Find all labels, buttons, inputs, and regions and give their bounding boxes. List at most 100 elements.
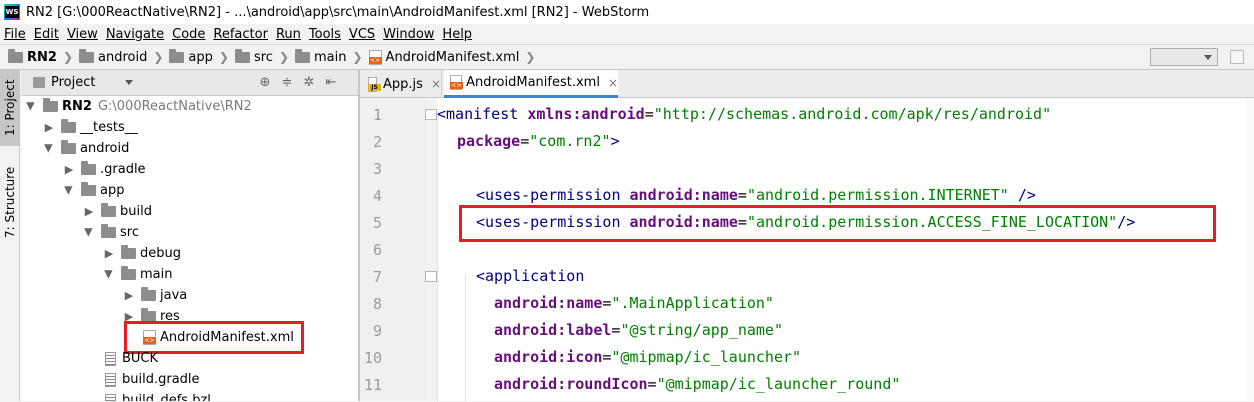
code-line-4: <uses-permission android:name="android.p… — [476, 186, 1036, 204]
breadcrumb-file[interactable]: AndroidManifest.xml❯ — [368, 49, 536, 65]
folder-icon — [61, 140, 76, 154]
indent-guide — [465, 274, 466, 402]
tree-item-build-defs[interactable]: build_defs.bzl — [105, 390, 211, 401]
folder-icon — [101, 203, 116, 217]
menu-edit[interactable]: Edit — [34, 27, 59, 42]
collapse-arrow-icon[interactable]: ▶ — [103, 247, 115, 260]
collapse-arrow-icon[interactable]: ▶ — [83, 205, 95, 218]
folder-icon — [81, 182, 96, 196]
tree-item-build-gradle[interactable]: build.gradle — [105, 369, 200, 390]
code-line-1: <manifest xmlns:android="http://schemas.… — [437, 105, 1052, 123]
menu-code[interactable]: Code — [172, 27, 205, 42]
folder-icon — [101, 224, 116, 238]
project-view-selector[interactable]: Project — [51, 75, 95, 90]
navigation-bar: RN2❯ android❯ app❯ src❯ main❯ AndroidMan… — [0, 44, 1254, 70]
title-bar: RN2 [G:\000ReactNative\RN2] - ...\androi… — [0, 0, 1254, 24]
folder-icon — [169, 48, 185, 63]
expand-arrow-icon[interactable]: ▶ — [43, 143, 56, 155]
breadcrumb-rn2[interactable]: RN2 ❯ — [8, 48, 73, 65]
expand-arrow-icon[interactable]: ▶ — [83, 227, 96, 239]
folder-icon — [121, 266, 136, 280]
expand-arrow-icon[interactable]: ▶ — [25, 101, 38, 113]
close-icon[interactable]: × — [608, 76, 618, 90]
xml-file-icon — [450, 75, 464, 90]
window-title: RN2 [G:\000ReactNative\RN2] - ...\androi… — [26, 4, 650, 20]
tab-android-manifest[interactable]: AndroidManifest.xml × — [444, 70, 618, 98]
gradle-file-icon — [105, 372, 116, 387]
code-line-7: <application — [476, 267, 585, 285]
webstorm-logo-icon — [4, 4, 20, 20]
line-number: 2 — [372, 133, 382, 151]
tree-item-src[interactable]: ▶ src — [83, 222, 139, 243]
fold-toggle-icon[interactable] — [425, 271, 437, 282]
menu-tools[interactable]: Tools — [309, 27, 341, 42]
project-icon — [33, 77, 45, 88]
dropdown-arrow-icon[interactable] — [125, 80, 134, 85]
menu-refactor[interactable]: Refactor — [213, 27, 268, 42]
code-line-8: android:name=".MainApplication" — [494, 294, 774, 312]
left-tool-strip: 1: Project 7: Structure — [0, 70, 20, 401]
hide-panel-icon[interactable]: ⇤ — [324, 76, 338, 90]
gear-icon[interactable]: ✲ — [302, 76, 316, 90]
code-editor[interactable]: <manifest xmlns:android="http://schemas.… — [437, 98, 1254, 402]
tree-item-build[interactable]: ▶ build — [83, 201, 152, 222]
structure-toolwindow-tab[interactable]: 7: Structure — [0, 162, 20, 242]
tree-item-gradle-folder[interactable]: ▶ .gradle — [63, 159, 146, 180]
tree-item-rn2[interactable]: ▶ RN2 G:\000ReactNative\RN2 — [25, 96, 252, 117]
line-number: 9 — [372, 322, 382, 340]
tree-item-debug[interactable]: ▶ debug — [103, 243, 181, 264]
folder-icon — [61, 119, 76, 133]
tree-item-app[interactable]: ▶ app — [63, 180, 124, 201]
line-number: 6 — [372, 241, 382, 259]
menu-vcs[interactable]: VCS — [349, 27, 375, 42]
tab-app-js[interactable]: App.js × — [362, 70, 442, 98]
folder-icon — [79, 48, 94, 63]
collapse-all-icon[interactable]: ≑ — [280, 76, 294, 90]
file-icon — [105, 351, 116, 366]
breadcrumb-android[interactable]: android ❯ — [79, 48, 164, 65]
menu-window[interactable]: Window — [383, 27, 434, 42]
collapse-arrow-icon[interactable]: ▶ — [43, 121, 55, 134]
editor-scrollbar[interactable] — [1246, 98, 1254, 401]
line-number: 8 — [372, 295, 382, 313]
run-configuration-dropdown[interactable] — [1150, 48, 1218, 66]
project-tree: ▶ RN2 G:\000ReactNative\RN2 ▶ __tests__ … — [21, 96, 358, 401]
menu-file[interactable]: File — [4, 27, 26, 42]
menu-run[interactable]: Run — [276, 27, 301, 42]
breadcrumb-src[interactable]: src ❯ — [234, 48, 289, 65]
close-icon[interactable]: × — [431, 77, 441, 91]
tree-item-main[interactable]: ▶ main — [103, 264, 172, 285]
menu-navigate[interactable]: Navigate — [106, 27, 164, 42]
indent-guide — [437, 112, 438, 402]
chevron-right-icon: ❯ — [352, 50, 363, 64]
tree-item-buck[interactable]: BUCK — [105, 348, 158, 369]
breadcrumb-app[interactable]: app ❯ — [169, 48, 229, 65]
folder-icon — [234, 48, 250, 63]
expand-arrow-icon[interactable]: ▶ — [63, 185, 76, 197]
chevron-right-icon: ❯ — [278, 50, 289, 64]
editor-tab-bar: App.js × AndroidManifest.xml × — [360, 70, 1254, 98]
fold-toggle-icon[interactable] — [425, 109, 437, 120]
chevron-right-icon: ❯ — [62, 50, 73, 64]
collapse-arrow-icon[interactable]: ▶ — [63, 163, 75, 176]
expand-arrow-icon[interactable]: ▶ — [103, 269, 116, 281]
settings-target-icon[interactable]: ⊕ — [258, 76, 272, 90]
toolbar-button[interactable] — [1230, 50, 1244, 64]
line-number: 5 — [372, 214, 382, 232]
xml-file-icon — [368, 49, 382, 65]
breadcrumb-main[interactable]: main ❯ — [295, 48, 363, 65]
collapse-arrow-icon[interactable]: ▶ — [123, 289, 135, 302]
tree-item-java[interactable]: ▶ java — [123, 285, 187, 306]
chevron-right-icon: ❯ — [153, 50, 164, 64]
project-panel-header: Project ⊕ ≑ ✲ ⇤ — [21, 70, 358, 96]
menu-help[interactable]: Help — [442, 27, 472, 42]
code-line-9: android:label="@string/app_name" — [494, 321, 783, 339]
project-toolwindow-tab[interactable]: 1: Project — [0, 70, 20, 146]
chevron-right-icon: ❯ — [525, 50, 536, 64]
permission-highlight-box — [459, 205, 1216, 242]
tree-item-tests[interactable]: ▶ __tests__ — [43, 117, 138, 138]
tree-item-android[interactable]: ▶ android — [43, 138, 129, 159]
file-icon — [105, 393, 116, 401]
chevron-right-icon: ❯ — [218, 50, 229, 64]
menu-view[interactable]: View — [67, 27, 98, 42]
